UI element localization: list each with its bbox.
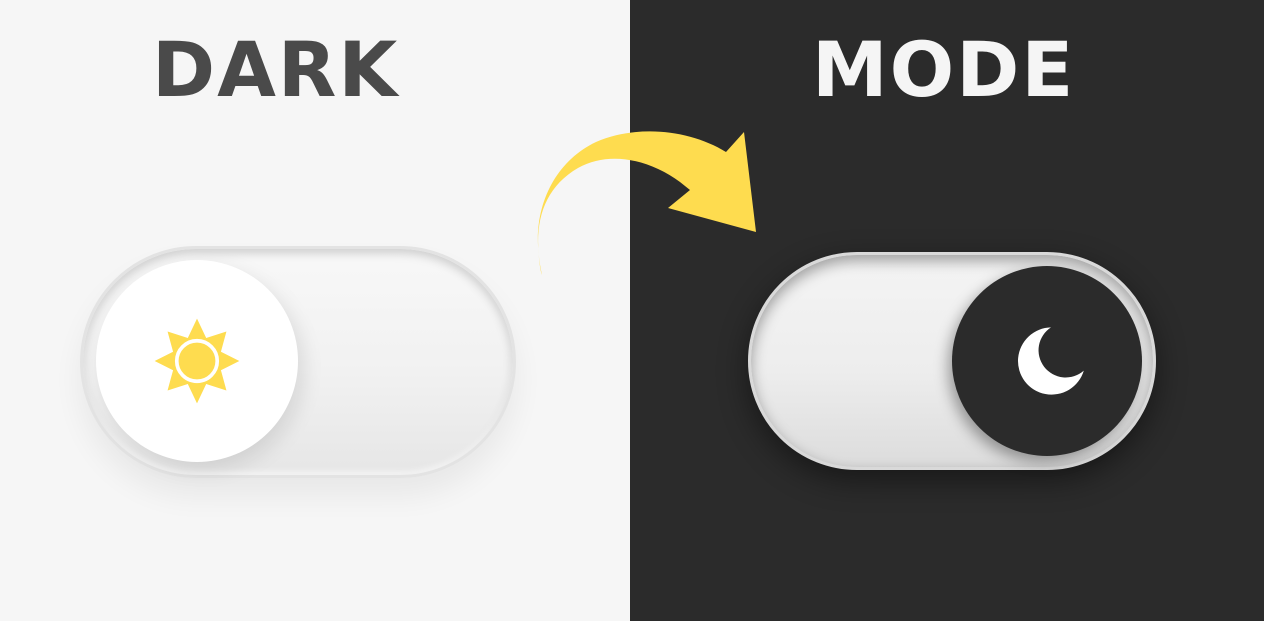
toggle-light-knob[interactable]: [96, 260, 298, 462]
curved-arrow-icon: [537, 131, 756, 275]
sun-icon: [154, 318, 240, 404]
headline-dark-word: DARK: [152, 25, 400, 114]
toggle-dark-knob[interactable]: [952, 266, 1142, 456]
moon-icon: [1018, 327, 1084, 395]
headline-mode-word: MODE: [812, 25, 1076, 114]
